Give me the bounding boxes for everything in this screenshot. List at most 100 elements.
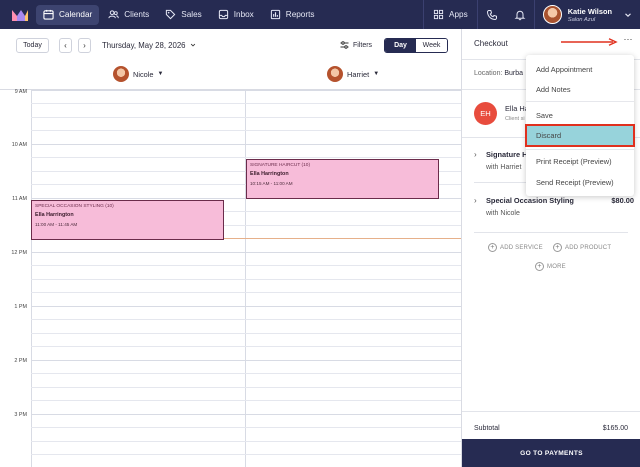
nav-calendar[interactable]: Calendar <box>36 4 100 25</box>
top-nav: Calendar Clients Sales Inbox Reports App… <box>0 0 640 29</box>
tag-icon <box>166 9 176 20</box>
filters-button[interactable]: Filters <box>340 41 372 49</box>
menu-item-discard[interactable]: Discard <box>525 124 635 147</box>
time-label: 2 PM <box>14 358 27 364</box>
plus-circle-icon: + <box>535 262 544 271</box>
grid-line <box>31 373 461 374</box>
bar-chart-icon <box>270 9 280 20</box>
bell-icon <box>514 10 526 20</box>
staff-name: Nicole <box>133 69 154 79</box>
appointment-block[interactable]: SIGNATURE HAIRCUT (10) Ella Harrington 1… <box>246 159 439 199</box>
nav-clients-label: Clients <box>124 10 150 19</box>
nav-sales[interactable]: Sales <box>158 5 208 25</box>
appointment-time: 10:15 AM - 11:00 AM <box>250 181 293 186</box>
user-menu[interactable]: Katie Wilson Salon Azul <box>535 0 640 29</box>
nav-inbox-label: Inbox <box>233 10 254 19</box>
inbox-icon <box>218 9 228 20</box>
calendar-grid[interactable]: 9 AM 10 AM 11 AM 12 PM 1 PM 2 PM 3 PM SP… <box>0 89 461 467</box>
appointment-block[interactable]: SPECIAL OCCASION STYLING (10) Ella Harri… <box>31 200 224 240</box>
grid-hour-line <box>31 306 461 307</box>
view-toggle: Day Week <box>384 38 448 53</box>
caret-down-icon: ▼ <box>373 71 380 77</box>
next-day-button[interactable]: › <box>78 38 91 53</box>
more-button[interactable]: + MORE <box>535 262 566 271</box>
staff-header-nicole[interactable]: Nicole ▼ <box>113 66 164 82</box>
staff-avatar <box>327 66 343 82</box>
app-logo[interactable] <box>9 7 31 23</box>
nav-sales-label: Sales <box>181 10 202 19</box>
service-price: $80.00 <box>611 196 634 205</box>
menu-item-send-receipt[interactable]: Send Receipt (Preview) <box>526 172 634 192</box>
subtotal-label: Subtotal <box>474 425 500 432</box>
calendar-icon <box>43 9 54 20</box>
nav-inbox[interactable]: Inbox <box>211 5 261 25</box>
grid-line <box>31 130 461 131</box>
grid-line <box>31 427 461 428</box>
nav-apps-label: Apps <box>449 10 468 19</box>
grid-line <box>31 346 461 347</box>
phone-button[interactable] <box>478 0 506 29</box>
prev-day-button[interactable]: ‹ <box>59 38 72 53</box>
add-product-label: ADD PRODUCT <box>565 244 612 251</box>
add-product-button[interactable]: + ADD PRODUCT <box>553 243 611 252</box>
nav-right: Apps Katie Wilson Salon Azul <box>423 0 640 29</box>
grid-hour-line <box>31 360 461 361</box>
go-to-payments-button[interactable]: GO TO PAYMENTS <box>462 439 640 467</box>
appointment-client: Ella Harrington <box>35 212 74 218</box>
client-sub: Client si <box>505 116 525 122</box>
subtotal-value: $165.00 <box>602 425 628 432</box>
menu-item-print-receipt[interactable]: Print Receipt (Preview) <box>526 151 634 171</box>
grid-line <box>31 441 461 442</box>
divider <box>462 411 640 412</box>
menu-divider <box>526 149 634 150</box>
week-view-button[interactable]: Week <box>416 39 447 52</box>
service-staff: with Nicole <box>486 210 520 217</box>
today-button[interactable]: Today <box>16 38 49 53</box>
grid-hour-line <box>31 144 461 145</box>
plus-circle-icon: + <box>488 243 497 252</box>
grid-line <box>31 157 461 158</box>
grid-line <box>31 400 461 401</box>
checkout-title: Checkout <box>474 39 508 48</box>
more-options-menu: Add Appointment Add Notes Save Discard P… <box>525 55 635 196</box>
date-picker[interactable]: Thursday, May 28, 2026 <box>102 41 196 50</box>
time-label: 3 PM <box>14 412 27 418</box>
user-business: Salon Azul <box>567 16 596 23</box>
divider <box>474 232 628 233</box>
user-avatar <box>542 5 562 24</box>
menu-item-save[interactable]: Save <box>526 105 634 125</box>
user-name: Katie Wilson <box>567 6 612 16</box>
location-row: Location: Burba <box>474 70 523 77</box>
grid-line <box>31 117 461 118</box>
notifications-button[interactable] <box>506 0 534 29</box>
grid-line <box>31 103 461 104</box>
day-view-button[interactable]: Day <box>385 39 416 52</box>
staff-name: Harriet <box>347 69 370 79</box>
more-label: MORE <box>547 263 566 270</box>
service-name: Special Occasion Styling <box>486 196 574 205</box>
appointment-client: Ella Harrington <box>250 171 289 177</box>
grid-line <box>31 279 461 280</box>
more-options-button[interactable]: ··· <box>621 35 635 47</box>
nav-clients[interactable]: Clients <box>101 5 156 25</box>
user-info: Katie Wilson Salon Azul <box>568 7 612 23</box>
menu-item-add-notes[interactable]: Add Notes <box>526 79 634 99</box>
menu-divider <box>526 101 634 102</box>
grid-line <box>31 333 461 334</box>
add-service-button[interactable]: + ADD SERVICE <box>488 243 543 252</box>
staff-header-harriet[interactable]: Harriet ▼ <box>327 66 379 82</box>
clients-icon <box>108 10 119 19</box>
appointment-time: 11:00 AM - 11:45 AM <box>35 222 78 227</box>
caret-down-icon: ▼ <box>157 71 164 77</box>
time-label: 9 AM <box>14 89 27 95</box>
nav-reports[interactable]: Reports <box>263 5 322 25</box>
grid-hour-line <box>31 90 461 91</box>
apps-grid-icon <box>433 9 444 20</box>
location-value[interactable]: Burba <box>504 70 523 77</box>
plus-circle-icon: + <box>553 243 562 252</box>
grid-line <box>31 292 461 293</box>
chevron-down-icon <box>190 43 195 47</box>
menu-item-add-appointment[interactable]: Add Appointment <box>526 59 634 79</box>
nav-calendar-label: Calendar <box>59 10 93 19</box>
nav-apps[interactable]: Apps <box>424 5 477 25</box>
